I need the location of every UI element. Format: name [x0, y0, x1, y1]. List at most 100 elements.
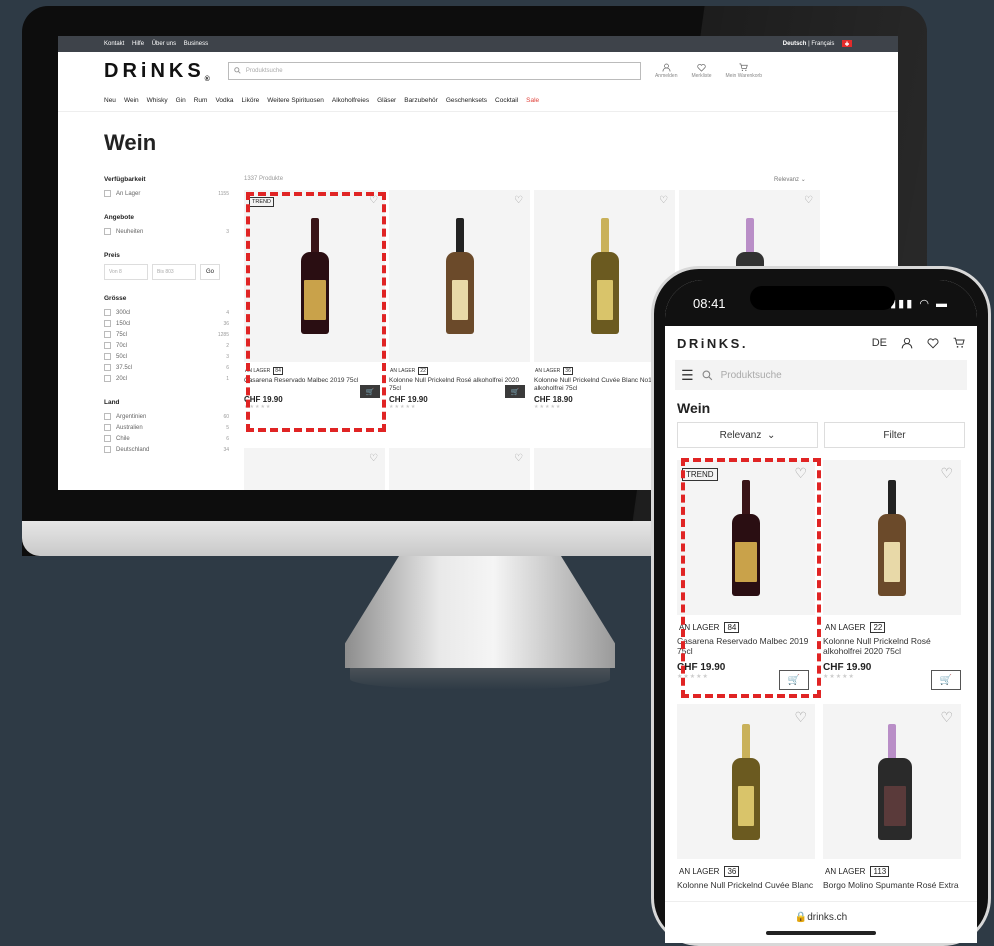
- checkbox[interactable]: [104, 375, 111, 382]
- product-card[interactable]: ♡ AN LAGER 22 Kolonne Null Prickelnd Rosé…: [823, 460, 961, 690]
- filter-option[interactable]: Chile 6: [104, 433, 229, 444]
- nav-glaeser[interactable]: Gläser: [377, 97, 396, 104]
- price-from-input[interactable]: Von 8: [104, 264, 148, 280]
- product-image[interactable]: ♡: [244, 448, 385, 490]
- add-to-cart-button[interactable]: 🛒: [505, 385, 525, 398]
- browser-url-bar[interactable]: 🔒drinks.ch: [665, 901, 977, 943]
- checkbox[interactable]: [104, 320, 111, 327]
- heart-icon[interactable]: ♡: [794, 709, 807, 726]
- topbar-link-business[interactable]: Business: [184, 41, 208, 47]
- product-image[interactable]: ♡: [677, 704, 815, 859]
- cart-icon[interactable]: [953, 337, 965, 349]
- add-to-cart-button[interactable]: 🛒: [931, 670, 961, 690]
- stock-status: AN LAGER 22: [390, 367, 428, 375]
- product-card[interactable]: ♡: [244, 448, 385, 490]
- filter-option[interactable]: Argentinien 60: [104, 411, 229, 422]
- filter-option[interactable]: Deutschland 34: [104, 444, 229, 455]
- login-button[interactable]: Anmelden: [655, 63, 677, 79]
- product-card[interactable]: ♡ AN LAGER 113 Borgo Molino Spumante Rosé…: [823, 704, 961, 900]
- product-name[interactable]: Borgo Molino Spumante Rosé Extra: [823, 880, 961, 900]
- nav-neu[interactable]: Neu: [104, 97, 116, 104]
- filter-option[interactable]: Australien 5: [104, 422, 229, 433]
- filter-option[interactable]: An Lager 1155: [104, 188, 229, 199]
- nav-barzubehoer[interactable]: Barzubehör: [404, 97, 438, 104]
- heart-icon[interactable]: ♡: [514, 453, 523, 464]
- checkbox[interactable]: [104, 342, 111, 349]
- product-image[interactable]: ♡: [389, 448, 530, 490]
- product-card[interactable]: ♡: [389, 448, 530, 490]
- filter-option[interactable]: 70cl 2: [104, 340, 229, 351]
- checkbox[interactable]: [104, 228, 111, 235]
- lang-switch[interactable]: DE: [872, 337, 887, 349]
- product-card[interactable]: ♡ AN LAGER 36 Kolonne Null Prickelnd Cuvé…: [677, 704, 815, 900]
- topbar-link-ueber-uns[interactable]: Über uns: [152, 41, 176, 47]
- product-image[interactable]: ♡: [389, 190, 530, 362]
- highlight-frame: [681, 458, 821, 698]
- sort-dropdown[interactable]: Relevanz ⌄: [774, 176, 806, 183]
- price-to-input[interactable]: Bis 803: [152, 264, 196, 280]
- checkbox[interactable]: [104, 353, 111, 360]
- nav-gin[interactable]: Gin: [176, 97, 186, 104]
- heart-icon[interactable]: ♡: [369, 453, 378, 464]
- heart-icon[interactable]: ♡: [804, 195, 813, 206]
- menu-icon[interactable]: ☰: [681, 367, 694, 384]
- filter-sidebar: Verfügbarkeit An Lager 1155 Angebote Neuh…: [104, 176, 229, 470]
- nav-likoere[interactable]: Liköre: [242, 97, 260, 104]
- filter-option[interactable]: 50cl 3: [104, 351, 229, 362]
- drinks-logo[interactable]: DRiNKS®: [104, 60, 214, 83]
- nav-rum[interactable]: Rum: [194, 97, 208, 104]
- filter-option[interactable]: Neuheiten 3: [104, 226, 229, 237]
- drinks-logo[interactable]: DRiNKS.: [677, 336, 748, 351]
- product-name[interactable]: Kolonne Null Prickelnd Cuvée Blanc: [677, 880, 815, 900]
- nav-geschenksets[interactable]: Geschenksets: [446, 97, 487, 104]
- swiss-flag-icon[interactable]: [842, 40, 852, 48]
- mobile-search-input[interactable]: ☰ Produktsuche: [675, 360, 967, 390]
- filter-option[interactable]: 20cl 1: [104, 373, 229, 384]
- heart-icon[interactable]: [927, 337, 939, 349]
- topbar-link-hilfe[interactable]: Hilfe: [132, 41, 144, 47]
- heart-icon[interactable]: ♡: [659, 195, 668, 206]
- cart-label: Mein Warenkorb: [725, 73, 763, 79]
- product-image[interactable]: ♡: [823, 704, 961, 859]
- nav-wein[interactable]: Wein: [124, 97, 139, 104]
- checkbox[interactable]: [104, 309, 111, 316]
- filter-button[interactable]: Filter: [824, 422, 965, 448]
- wishlist-button[interactable]: Merkliste: [691, 63, 712, 79]
- filter-option[interactable]: 75cl 1285: [104, 329, 229, 340]
- filter-option[interactable]: 150cl 36: [104, 318, 229, 329]
- price-go-button[interactable]: Go: [200, 264, 220, 280]
- sparkling-bottle-image: [590, 218, 619, 334]
- filter-option[interactable]: 37.5cl 6: [104, 362, 229, 373]
- heart-icon[interactable]: ♡: [940, 465, 953, 482]
- user-icon: [662, 63, 671, 72]
- checkbox[interactable]: [104, 190, 111, 197]
- product-name[interactable]: Kolonne Null Prickelnd Rosé alkoholfrei …: [823, 636, 961, 656]
- nav-weitere-spirituosen[interactable]: Weitere Spirituosen: [267, 97, 324, 104]
- checkbox[interactable]: [104, 424, 111, 431]
- checkbox[interactable]: [104, 435, 111, 442]
- nav-cocktail[interactable]: Cocktail: [495, 97, 518, 104]
- checkbox[interactable]: [104, 446, 111, 453]
- home-indicator: [766, 931, 876, 935]
- lang-deutsch[interactable]: Deutsch: [783, 42, 807, 48]
- heart-icon[interactable]: ♡: [940, 709, 953, 726]
- checkbox[interactable]: [104, 331, 111, 338]
- nav-sale[interactable]: Sale: [526, 97, 539, 104]
- nav-alkoholfreies[interactable]: Alkoholfreies: [332, 97, 369, 104]
- site-header: DRiNKS® Produktsuche Anmelden Merkliste …: [58, 52, 898, 90]
- nav-whisky[interactable]: Whisky: [147, 97, 168, 104]
- checkbox[interactable]: [104, 413, 111, 420]
- checkbox[interactable]: [104, 364, 111, 371]
- heart-icon[interactable]: ♡: [514, 195, 523, 206]
- product-image[interactable]: ♡: [823, 460, 961, 615]
- status-time: 08:41: [693, 295, 726, 311]
- search-input[interactable]: Produktsuche: [227, 62, 641, 80]
- product-card[interactable]: ♡ AN LAGER 22 Kolonne Null Prickelnd Rosé…: [389, 190, 530, 410]
- nav-vodka[interactable]: Vodka: [215, 97, 233, 104]
- cart-button[interactable]: Mein Warenkorb: [725, 63, 763, 79]
- user-icon[interactable]: [901, 337, 913, 349]
- topbar-link-kontakt[interactable]: Kontakt: [104, 41, 124, 47]
- sort-dropdown[interactable]: Relevanz ⌄: [677, 422, 818, 448]
- lang-francais[interactable]: Français: [811, 42, 834, 48]
- filter-option[interactable]: 300cl 4: [104, 307, 229, 318]
